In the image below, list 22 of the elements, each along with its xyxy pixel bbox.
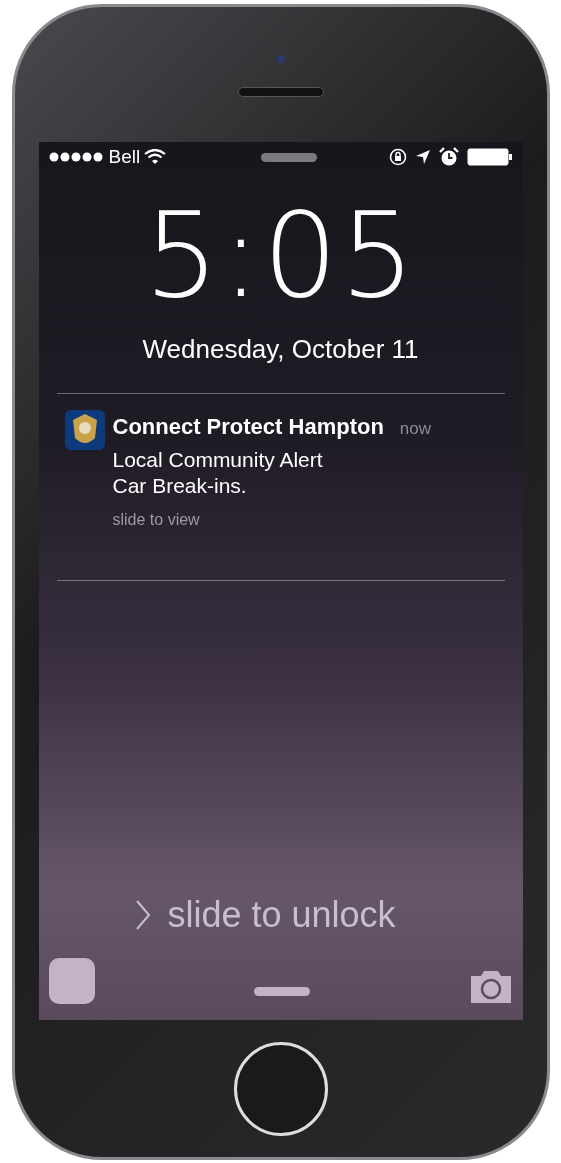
front-camera-icon [276, 55, 285, 63]
camera-icon[interactable] [468, 968, 513, 1004]
rotation-lock-icon [388, 148, 407, 166]
lock-date: Wednesday, October 11 [142, 333, 419, 366]
slide-to-view-hint: slide to view [112, 509, 201, 530]
alarm-clock-icon [438, 147, 459, 167]
chevron-right-icon [135, 899, 152, 931]
battery-icon [466, 148, 513, 166]
notification-time: now [399, 418, 432, 440]
notification-message: Local Community Alert [112, 447, 324, 473]
lock-clock: 5:05 [144, 196, 417, 314]
location-arrow-icon [414, 149, 431, 165]
signal-dots-icon [48, 152, 105, 162]
badge-app-icon[interactable] [64, 410, 105, 450]
carrier-name: Bell [108, 144, 141, 169]
grabber-handle[interactable] [261, 152, 318, 162]
wifi-icon [144, 149, 167, 165]
slide-to-unlock-text[interactable]: slide to unlock [167, 888, 396, 942]
control-center-tile[interactable] [48, 958, 95, 1004]
notification-message: Car Break-ins. [112, 473, 248, 500]
notification-app-name: Connect Protect Hampton [112, 413, 384, 441]
grabber-handle[interactable] [253, 987, 310, 996]
